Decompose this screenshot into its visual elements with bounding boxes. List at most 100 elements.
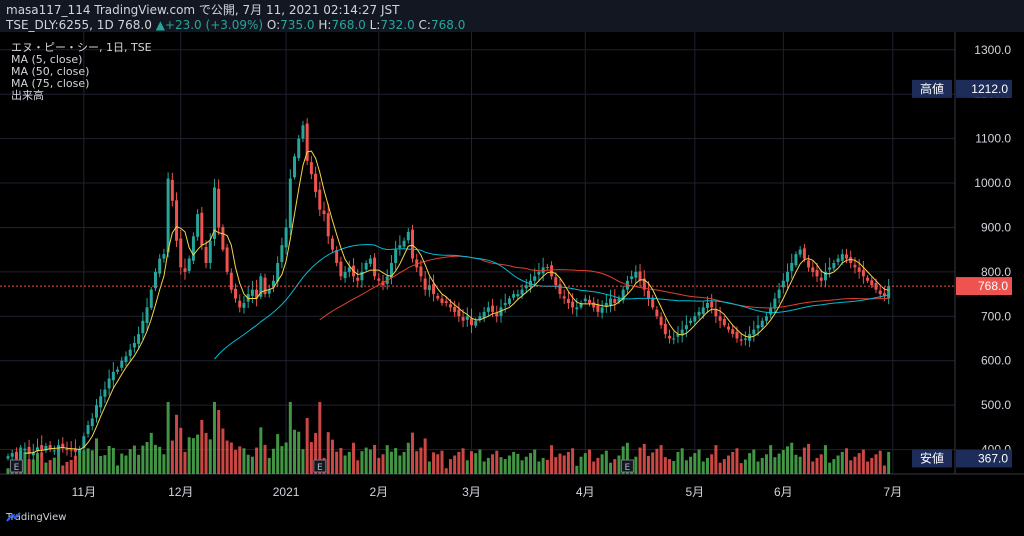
candle-body[interactable]	[693, 316, 697, 322]
candle-body[interactable]	[343, 271, 347, 279]
candle-body[interactable]	[187, 258, 191, 271]
candle-body[interactable]	[335, 250, 339, 263]
candle-body[interactable]	[309, 162, 313, 175]
candle-body[interactable]	[777, 289, 781, 299]
candle-body[interactable]	[562, 296, 566, 299]
candle-body[interactable]	[474, 320, 478, 326]
candle-body[interactable]	[786, 271, 790, 282]
candle-body[interactable]	[200, 212, 204, 246]
price-chart[interactable]: 1300.01200.01100.01000.0900.0800.0700.06…	[0, 32, 1024, 536]
candle-body[interactable]	[250, 289, 254, 296]
candle-body[interactable]	[566, 298, 570, 303]
candle-body[interactable]	[238, 300, 242, 308]
candle-body[interactable]	[819, 277, 823, 281]
candle-body[interactable]	[373, 257, 377, 277]
candle-body[interactable]	[609, 298, 613, 306]
candle-body[interactable]	[69, 449, 73, 451]
candle-body[interactable]	[735, 331, 739, 339]
candle-body[interactable]	[137, 334, 141, 344]
candle-body[interactable]	[208, 240, 212, 263]
candle-body[interactable]	[866, 277, 870, 281]
candle-body[interactable]	[280, 245, 284, 263]
candle-body[interactable]	[94, 405, 98, 418]
candle-body[interactable]	[377, 278, 381, 281]
candle-body[interactable]	[705, 302, 709, 308]
candle-body[interactable]	[453, 306, 457, 312]
candle-body[interactable]	[659, 316, 663, 326]
candle-body[interactable]	[364, 262, 368, 270]
candle-body[interactable]	[550, 265, 554, 277]
candle-body[interactable]	[697, 311, 701, 316]
candle-body[interactable]	[10, 453, 14, 457]
candle-body[interactable]	[116, 369, 120, 372]
candle-body[interactable]	[545, 266, 549, 268]
candle-body[interactable]	[845, 254, 849, 259]
candle-body[interactable]	[537, 271, 541, 275]
candle-body[interactable]	[507, 298, 511, 304]
candle-body[interactable]	[149, 289, 153, 308]
candle-body[interactable]	[764, 316, 768, 321]
candle-body[interactable]	[512, 294, 516, 298]
candle-body[interactable]	[714, 309, 718, 317]
candle-body[interactable]	[491, 305, 495, 312]
candle-body[interactable]	[440, 298, 444, 303]
candle-body[interactable]	[887, 286, 891, 299]
candle-body[interactable]	[836, 258, 840, 263]
candle-body[interactable]	[406, 231, 410, 241]
candle-body[interactable]	[533, 276, 537, 281]
candle-body[interactable]	[61, 443, 65, 448]
candle-body[interactable]	[554, 277, 558, 286]
candle-body[interactable]	[756, 325, 760, 329]
candle-body[interactable]	[217, 188, 221, 228]
candle-body[interactable]	[853, 264, 857, 268]
candle-body[interactable]	[204, 247, 208, 263]
candle-body[interactable]	[638, 271, 642, 281]
candle-body[interactable]	[175, 200, 179, 241]
candle-body[interactable]	[646, 290, 650, 299]
candle-body[interactable]	[132, 342, 136, 348]
candle-body[interactable]	[398, 245, 402, 248]
candle-body[interactable]	[663, 323, 667, 335]
candle-body[interactable]	[141, 320, 145, 334]
candle-body[interactable]	[651, 297, 655, 308]
footer-brand[interactable]: TradingView	[6, 512, 66, 523]
candle-body[interactable]	[587, 299, 591, 303]
candle-body[interactable]	[19, 450, 23, 461]
candle-body[interactable]	[339, 261, 343, 277]
candle-body[interactable]	[684, 325, 688, 330]
candle-body[interactable]	[520, 289, 524, 295]
candle-body[interactable]	[613, 298, 617, 303]
candle-body[interactable]	[40, 445, 44, 450]
candle-body[interactable]	[870, 280, 874, 286]
candle-body[interactable]	[128, 349, 132, 356]
candle-body[interactable]	[411, 229, 415, 259]
candle-body[interactable]	[402, 240, 406, 247]
candle-body[interactable]	[221, 227, 225, 250]
candle-body[interactable]	[99, 396, 103, 408]
candle-body[interactable]	[162, 254, 166, 259]
candle-body[interactable]	[655, 309, 659, 317]
candle-body[interactable]	[288, 178, 292, 228]
candle-body[interactable]	[191, 236, 195, 261]
candle-body[interactable]	[457, 309, 461, 317]
candle-body[interactable]	[634, 271, 638, 278]
candle-body[interactable]	[158, 258, 162, 274]
candle-body[interactable]	[394, 249, 398, 263]
candle-body[interactable]	[183, 268, 187, 272]
candle-body[interactable]	[326, 213, 330, 237]
candle-body[interactable]	[668, 335, 672, 339]
candle-body[interactable]	[575, 307, 579, 310]
candle-body[interactable]	[710, 301, 714, 308]
candle-body[interactable]	[14, 451, 18, 459]
candle-body[interactable]	[815, 270, 819, 277]
candle-body[interactable]	[470, 318, 473, 326]
candle-body[interactable]	[878, 290, 882, 295]
candle-body[interactable]	[301, 125, 305, 139]
candle-body[interactable]	[225, 247, 229, 272]
candle-body[interactable]	[516, 294, 520, 297]
candle-body[interactable]	[798, 249, 802, 255]
candle-body[interactable]	[832, 262, 836, 269]
candle-body[interactable]	[170, 179, 174, 201]
candle-body[interactable]	[739, 339, 743, 341]
candle-body[interactable]	[503, 302, 507, 306]
